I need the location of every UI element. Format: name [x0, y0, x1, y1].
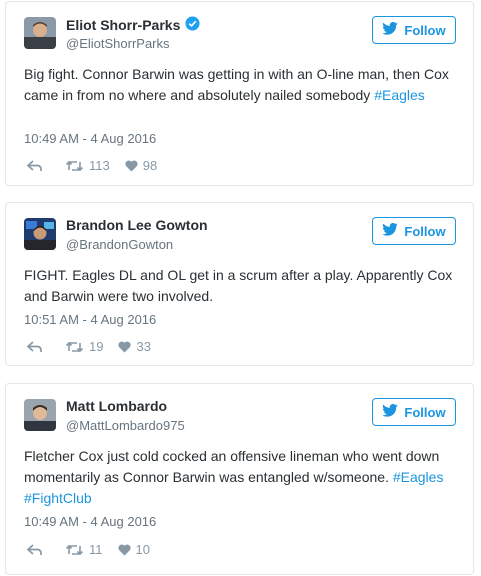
user-handle[interactable]: @BrandonGowton	[66, 237, 173, 252]
avatar[interactable]	[24, 17, 56, 49]
user-name[interactable]: Brandon Lee Gowton	[66, 217, 208, 233]
follow-button[interactable]: Follow	[372, 398, 456, 426]
retweet-count: 11	[89, 542, 103, 557]
user-handle[interactable]: @MattLombardo975	[66, 418, 185, 433]
heart-icon	[118, 341, 132, 352]
retweet-button[interactable]: 19	[65, 339, 103, 354]
user-handle[interactable]: @EliotShorrParks	[66, 36, 170, 51]
user-name-text[interactable]: Matt Lombardo	[66, 398, 167, 414]
follow-label: Follow	[404, 404, 446, 420]
like-button[interactable]: 10	[117, 542, 150, 557]
user-name-text[interactable]: Eliot Shorr-Parks	[66, 17, 180, 33]
user-name[interactable]: Eliot Shorr-Parks	[66, 16, 200, 34]
like-button[interactable]: 33	[118, 339, 151, 354]
follow-button[interactable]: Follow	[372, 16, 456, 44]
follow-button[interactable]: Follow	[372, 217, 456, 245]
tweet-text-body: FIGHT. Eagles DL and OL get in a scrum a…	[24, 267, 453, 304]
reply-button[interactable]	[27, 543, 42, 556]
twitter-bird-icon	[382, 222, 399, 239]
retweet-icon	[65, 160, 84, 171]
avatar[interactable]	[24, 399, 56, 431]
tweet-text-body: Fletcher Cox just cold cocked an offensi…	[24, 448, 440, 485]
like-count: 98	[142, 158, 158, 173]
tweet-timestamp[interactable]: 10:49 AM - 4 Aug 2016	[24, 131, 156, 146]
like-count: 33	[136, 339, 151, 354]
tweet-card: Eliot Shorr-Parks @EliotShorrParks Follo…	[5, 1, 474, 186]
retweet-count: 19	[89, 339, 104, 354]
retweet-button[interactable]: 113	[65, 158, 110, 173]
verified-badge-icon	[185, 16, 200, 34]
twitter-bird-icon	[382, 403, 399, 420]
user-name-text[interactable]: Brandon Lee Gowton	[66, 217, 208, 233]
tweet-timestamp[interactable]: 10:49 AM - 4 Aug 2016	[24, 514, 156, 529]
hashtag-link[interactable]: #FightClub	[24, 490, 92, 506]
like-count: 10	[135, 542, 150, 557]
user-name[interactable]: Matt Lombardo	[66, 398, 167, 414]
reply-icon	[27, 543, 42, 555]
tweet-text: FIGHT. Eagles DL and OL get in a scrum a…	[24, 265, 455, 307]
hashtag-link[interactable]: #Eagles	[393, 469, 444, 485]
reply-button[interactable]	[27, 340, 42, 353]
twitter-bird-icon	[382, 21, 399, 38]
tweet-actions: 113 98	[24, 158, 157, 173]
heart-icon	[125, 160, 138, 171]
tweet-text: Fletcher Cox just cold cocked an offensi…	[24, 446, 455, 509]
tweet-card: Matt Lombardo @MattLombardo975 Follow Fl…	[5, 383, 474, 575]
reply-icon	[27, 340, 42, 352]
retweet-button[interactable]: 11	[65, 542, 103, 557]
tweet-actions: 11 10	[24, 542, 150, 557]
follow-label: Follow	[404, 223, 446, 239]
tweet-timestamp[interactable]: 10:51 AM - 4 Aug 2016	[24, 312, 156, 327]
reply-button[interactable]	[27, 159, 42, 172]
retweet-count: 113	[89, 158, 110, 173]
retweet-icon	[65, 341, 84, 352]
retweet-icon	[65, 544, 84, 555]
tweet-text: Big fight. Connor Barwin was getting in …	[24, 64, 455, 106]
avatar[interactable]	[24, 218, 56, 250]
tweet-actions: 19 33	[24, 339, 151, 354]
hashtag-link[interactable]: #Eagles	[374, 87, 425, 103]
heart-icon	[117, 544, 131, 555]
like-button[interactable]: 98	[125, 158, 157, 173]
reply-icon	[27, 159, 42, 171]
follow-label: Follow	[404, 22, 446, 38]
tweet-card: Brandon Lee Gowton @BrandonGowton Follow…	[5, 202, 474, 366]
